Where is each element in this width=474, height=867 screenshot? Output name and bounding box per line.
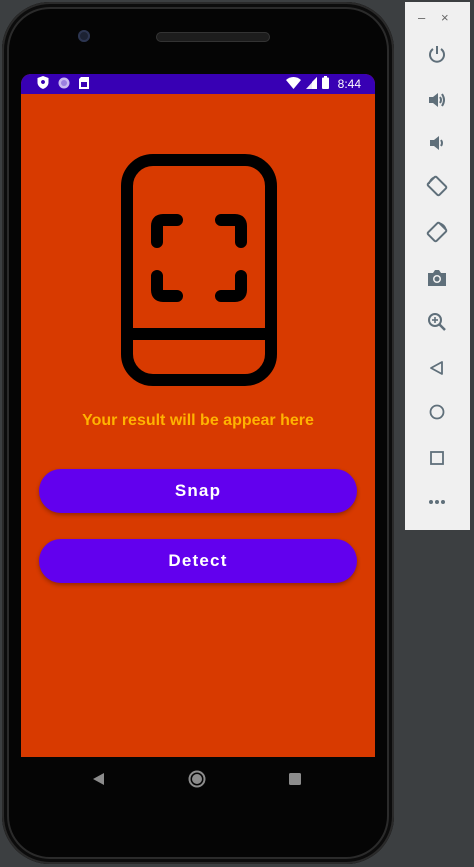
sim-card-icon — [79, 76, 89, 92]
back-triangle-icon[interactable] — [89, 757, 109, 801]
minimize-button[interactable]: – — [418, 10, 425, 25]
zoom-icon[interactable] — [421, 306, 453, 338]
camera-icon[interactable] — [421, 262, 453, 294]
rotate-left-icon[interactable] — [421, 170, 453, 202]
phone-scan-icon — [121, 154, 277, 386]
status-bar: 8:44 — [21, 74, 375, 94]
shield-icon — [37, 76, 49, 92]
status-time: 8:44 — [337, 77, 361, 91]
phone-frame: 8:44 Your result will be appear here Sna… — [2, 2, 394, 864]
back-icon[interactable] — [421, 352, 453, 384]
signal-icon — [305, 76, 317, 92]
power-icon[interactable] — [421, 38, 453, 70]
overview-icon[interactable] — [421, 442, 453, 474]
volume-down-icon[interactable] — [421, 127, 453, 159]
close-button[interactable]: × — [441, 10, 449, 25]
more-icon[interactable] — [421, 486, 453, 518]
battery-icon — [321, 76, 329, 92]
wifi-icon — [285, 76, 301, 92]
app-screen: 8:44 Your result will be appear here Sna… — [21, 74, 375, 757]
recents-square-icon[interactable] — [287, 757, 303, 801]
earpiece-speaker — [156, 32, 270, 42]
circle-icon — [58, 77, 70, 92]
navigation-bar — [21, 757, 375, 801]
volume-up-icon[interactable] — [421, 84, 453, 116]
front-camera — [78, 30, 90, 42]
home-circle-icon[interactable] — [187, 757, 207, 801]
home-icon[interactable] — [421, 396, 453, 428]
rotate-right-icon[interactable] — [421, 216, 453, 248]
emulator-side-panel: – × — [405, 2, 470, 530]
detect-button[interactable]: Detect — [39, 539, 357, 583]
result-text: Your result will be appear here — [82, 412, 314, 429]
snap-button[interactable]: Snap — [39, 469, 357, 513]
